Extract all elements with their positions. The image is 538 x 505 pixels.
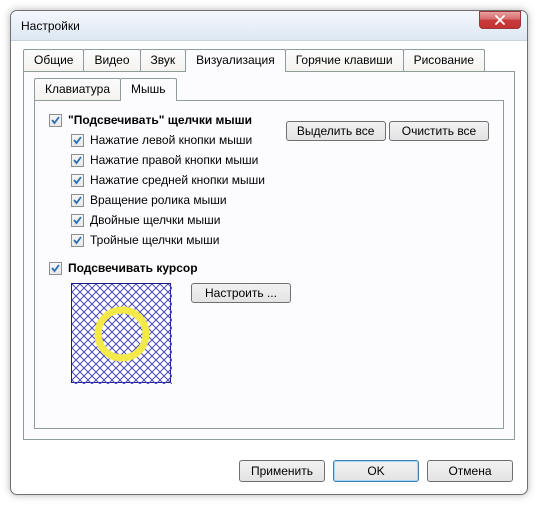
row-right-click: Нажатие правой кнопки мыши xyxy=(71,153,489,167)
label-triple-click: Тройные щелчки мыши xyxy=(90,233,219,247)
checkbox-highlight-clicks[interactable] xyxy=(49,114,62,127)
row-triple-click: Тройные щелчки мыши xyxy=(71,233,489,247)
row-double-click: Двойные щелчки мыши xyxy=(71,213,489,227)
settings-window: Настройки Общие Видео Звук Визуализация … xyxy=(10,10,528,495)
checkbox-wheel[interactable] xyxy=(71,194,84,207)
row-middle-click: Нажатие средней кнопки мыши xyxy=(71,173,489,187)
select-all-button[interactable]: Выделить все xyxy=(286,121,386,141)
checkbox-double-click[interactable] xyxy=(71,214,84,227)
label-highlight-clicks: "Подсвечивать" щелчки мыши xyxy=(68,113,252,127)
configure-button[interactable]: Настроить ... xyxy=(191,283,291,303)
tab-visualization[interactable]: Визуализация xyxy=(185,49,286,72)
tab-video[interactable]: Видео xyxy=(83,49,140,71)
cursor-section: Подсвечивать курсор xyxy=(49,261,489,383)
cursor-preview-row: Настроить ... xyxy=(71,283,489,383)
client-area: Общие Видео Звук Визуализация Горячие кл… xyxy=(11,41,527,450)
label-middle-click: Нажатие средней кнопки мыши xyxy=(90,173,265,187)
sub-tabs: Клавиатура Мышь xyxy=(34,78,504,100)
apply-button[interactable]: Применить xyxy=(239,460,325,482)
subtab-mouse[interactable]: Мышь xyxy=(120,78,177,101)
side-buttons: Выделить все Очистить все xyxy=(286,121,489,149)
cancel-button[interactable]: Отмена xyxy=(427,460,513,482)
row-wheel: Вращение ролика мыши xyxy=(71,193,489,207)
check-icon xyxy=(72,155,83,166)
check-icon xyxy=(50,115,61,126)
tab-general[interactable]: Общие xyxy=(23,49,84,71)
close-button[interactable] xyxy=(479,11,521,29)
checkbox-highlight-cursor[interactable] xyxy=(49,262,62,275)
check-icon xyxy=(72,135,83,146)
label-highlight-cursor: Подсвечивать курсор xyxy=(68,261,198,275)
ok-button[interactable]: OK xyxy=(333,460,419,482)
close-icon xyxy=(494,15,506,25)
visualization-panel: Клавиатура Мышь Выделить все Очистить вс… xyxy=(23,71,515,440)
tab-hotkeys[interactable]: Горячие клавиши xyxy=(285,49,404,71)
checkbox-right-click[interactable] xyxy=(71,154,84,167)
clear-all-button[interactable]: Очистить все xyxy=(389,121,489,141)
mouse-panel: Выделить все Очистить все "Подсвечивать"… xyxy=(34,100,504,429)
checkbox-left-click[interactable] xyxy=(71,134,84,147)
check-icon xyxy=(72,235,83,246)
tab-sound[interactable]: Звук xyxy=(140,49,187,71)
check-icon xyxy=(72,215,83,226)
window-title: Настройки xyxy=(21,19,521,33)
tab-drawing[interactable]: Рисование xyxy=(403,49,485,71)
dialog-footer: Применить OK Отмена xyxy=(11,450,527,494)
label-wheel: Вращение ролика мыши xyxy=(90,193,227,207)
hatch-pattern-icon xyxy=(72,284,172,384)
label-right-click: Нажатие правой кнопки мыши xyxy=(90,153,258,167)
check-icon xyxy=(72,195,83,206)
check-icon xyxy=(50,263,61,274)
check-icon xyxy=(72,175,83,186)
titlebar: Настройки xyxy=(11,11,527,41)
label-left-click: Нажатие левой кнопки мыши xyxy=(90,133,252,147)
checkbox-middle-click[interactable] xyxy=(71,174,84,187)
main-tabs: Общие Видео Звук Визуализация Горячие кл… xyxy=(23,49,515,71)
row-highlight-cursor: Подсвечивать курсор xyxy=(49,261,489,275)
cursor-preview xyxy=(71,283,171,383)
subtab-keyboard[interactable]: Клавиатура xyxy=(34,78,121,100)
checkbox-triple-click[interactable] xyxy=(71,234,84,247)
label-double-click: Двойные щелчки мыши xyxy=(90,213,221,227)
